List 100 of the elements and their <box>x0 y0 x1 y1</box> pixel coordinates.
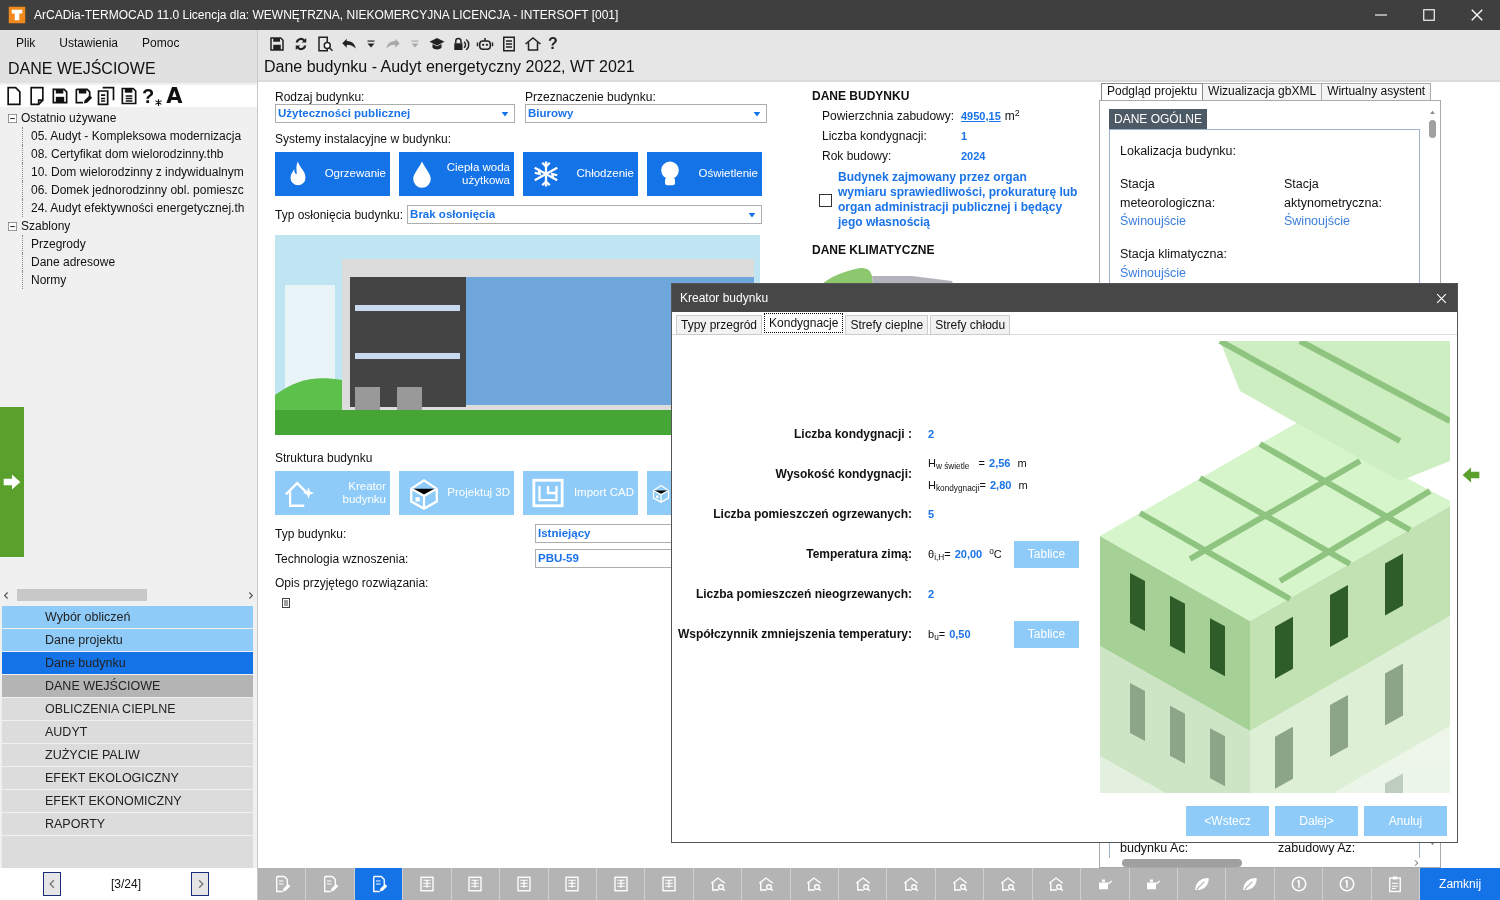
system-button[interactable]: Ciepła woda użytkowa <box>399 152 514 196</box>
scrollbar-thumb[interactable] <box>17 589 147 601</box>
value-link[interactable]: 4950,15 <box>961 107 1001 125</box>
toolbar-button[interactable] <box>354 868 404 900</box>
horizontal-scrollbar[interactable] <box>2 588 255 602</box>
nav-item[interactable]: RAPORTY <box>2 813 253 835</box>
toolbar-button[interactable] <box>839 868 888 900</box>
toolbar-button[interactable] <box>1129 868 1178 900</box>
close-button[interactable]: Zamknij <box>1420 868 1500 900</box>
panel-toggle-button[interactable] <box>0 407 24 557</box>
notes-icon[interactable] <box>280 596 292 610</box>
print-preview-icon[interactable] <box>316 34 334 53</box>
system-button[interactable]: Oświetlenie <box>647 152 762 196</box>
chevron-right-icon[interactable] <box>1412 858 1420 867</box>
station-link[interactable]: Świnoujście <box>1120 214 1186 229</box>
tree-item[interactable]: 05. Audyt - Kompleksowa modernizacja <box>22 127 242 145</box>
toolbar-button[interactable] <box>451 868 501 900</box>
document-icon[interactable] <box>27 86 47 106</box>
structure-button[interactable] <box>647 471 671 515</box>
system-button[interactable]: Chłodzenie <box>523 152 638 196</box>
save-icon[interactable] <box>50 86 70 106</box>
scrollbar-thumb[interactable] <box>1428 120 1436 138</box>
tree-item[interactable]: Szablony <box>21 217 71 235</box>
collapse-icon[interactable] <box>8 113 17 123</box>
tree-item[interactable]: 06. Domek jednorodzinny obl. pomieszc <box>22 181 244 199</box>
station-link[interactable]: Świnoujście <box>1120 265 1186 280</box>
toolbar-button[interactable] <box>306 868 355 900</box>
tab[interactable]: Podgląd projektu <box>1101 83 1204 100</box>
tree-item[interactable]: 08. Certyfikat dom wielorodzinny.thb <box>22 145 224 163</box>
nav-item[interactable]: EFEKT EKOLOGICZNY <box>2 767 253 789</box>
tree-item[interactable]: Normy <box>22 271 67 289</box>
toolbar-button[interactable] <box>984 868 1033 900</box>
table-icon <box>466 875 485 893</box>
tab[interactable]: Wirtualny asystent <box>1321 83 1432 100</box>
nav-item[interactable]: Dane budynku <box>2 652 253 674</box>
nav-item[interactable]: OBLICZENIA CIEPLNE <box>2 698 253 720</box>
help-button[interactable]: ? <box>142 86 155 106</box>
scroll-up-icon[interactable] <box>1427 109 1437 116</box>
tab[interactable]: Wizualizacja gbXML <box>1202 83 1323 100</box>
menu-item[interactable]: Ustawienia <box>59 33 119 52</box>
tree-item[interactable]: 10. Dom wielorodzinny z indywidualnym <box>22 163 244 181</box>
toolbar-button[interactable] <box>1178 868 1227 900</box>
toolbar-button[interactable] <box>1323 868 1372 900</box>
toolbar-button[interactable] <box>500 868 549 900</box>
menu-item[interactable]: Plik <box>16 33 36 52</box>
menu-item[interactable]: Pomoc <box>142 33 180 52</box>
toolbar-button[interactable] <box>1274 868 1324 900</box>
new-document-icon[interactable] <box>4 86 24 106</box>
dropdown-field[interactable]: Biurowy <box>525 104 767 123</box>
toolbar-button[interactable] <box>548 868 597 900</box>
checkbox[interactable] <box>819 193 832 207</box>
toolbar-button[interactable] <box>742 868 791 900</box>
save-icon[interactable] <box>268 34 286 53</box>
dropdown-field[interactable]: Brak osłonięcia <box>407 205 763 224</box>
maximize-icon[interactable] <box>1420 6 1438 24</box>
nav-item[interactable]: ZUŻYCIE PALIW <box>2 744 253 766</box>
tree-item[interactable]: Ostatnio używane <box>21 109 117 127</box>
copy-document-icon[interactable] <box>96 86 116 106</box>
toolbar-button[interactable] <box>693 868 743 900</box>
chevron-left-icon[interactable] <box>2 590 11 600</box>
toolbar-button[interactable] <box>1226 868 1275 900</box>
field-value: 5 <box>928 506 935 522</box>
help-button[interactable]: ? <box>548 33 558 54</box>
field-value: 0,50 <box>949 626 971 642</box>
toolbar-button[interactable] <box>258 868 307 900</box>
save-list-icon[interactable] <box>119 86 139 106</box>
tree-item[interactable]: Dane adresowe <box>22 253 116 271</box>
toolbar-button[interactable] <box>790 868 840 900</box>
toolbar-button[interactable] <box>887 868 936 900</box>
nav-item[interactable]: Dane projektu <box>2 629 253 651</box>
toolbar-button[interactable] <box>1371 868 1421 900</box>
next-page-button[interactable] <box>191 872 209 896</box>
tab[interactable]: Kondygnacje <box>764 313 844 333</box>
toolbar-button[interactable] <box>1032 868 1082 900</box>
font-button[interactable]: A <box>166 86 183 106</box>
toolbar-button[interactable] <box>403 868 452 900</box>
tab[interactable]: Strefy cieplne <box>845 315 929 335</box>
toolbar-button[interactable] <box>596 868 646 900</box>
nav-item[interactable]: Wybór obliczeń <box>2 606 253 628</box>
collapse-icon[interactable] <box>8 221 17 231</box>
previous-page-button[interactable] <box>43 872 61 896</box>
toolbar-button[interactable] <box>935 868 985 900</box>
toolbar-button[interactable] <box>645 868 694 900</box>
chevron-right-icon[interactable] <box>246 590 255 600</box>
notes-icon[interactable] <box>500 34 518 53</box>
dropdown-field[interactable]: Użyteczności publicznej <box>275 104 515 123</box>
tab[interactable]: Strefy chłodu <box>930 315 1011 335</box>
tree-item[interactable]: Przegrody <box>22 235 86 253</box>
house-icon[interactable] <box>524 34 542 53</box>
system-button[interactable]: Ogrzewanie <box>275 152 390 196</box>
scrollbar-thumb[interactable] <box>1122 858 1242 867</box>
tab[interactable]: Typy przegród <box>676 315 763 335</box>
save-edit-icon[interactable] <box>73 86 93 106</box>
station-link[interactable]: Świnoujście <box>1284 214 1350 229</box>
field-label: Liczba kondygnacji: <box>822 128 928 145</box>
nav-item[interactable]: EFEKT EKONOMICZNY <box>2 790 253 812</box>
nav-item[interactable]: AUDYT <box>2 721 253 743</box>
tree-item[interactable]: 24. Audyt efektywności energetycznej.th <box>22 199 245 217</box>
nav-item[interactable]: DANE WEJŚCIOWE <box>2 675 253 697</box>
toolbar-button[interactable] <box>1081 868 1130 900</box>
